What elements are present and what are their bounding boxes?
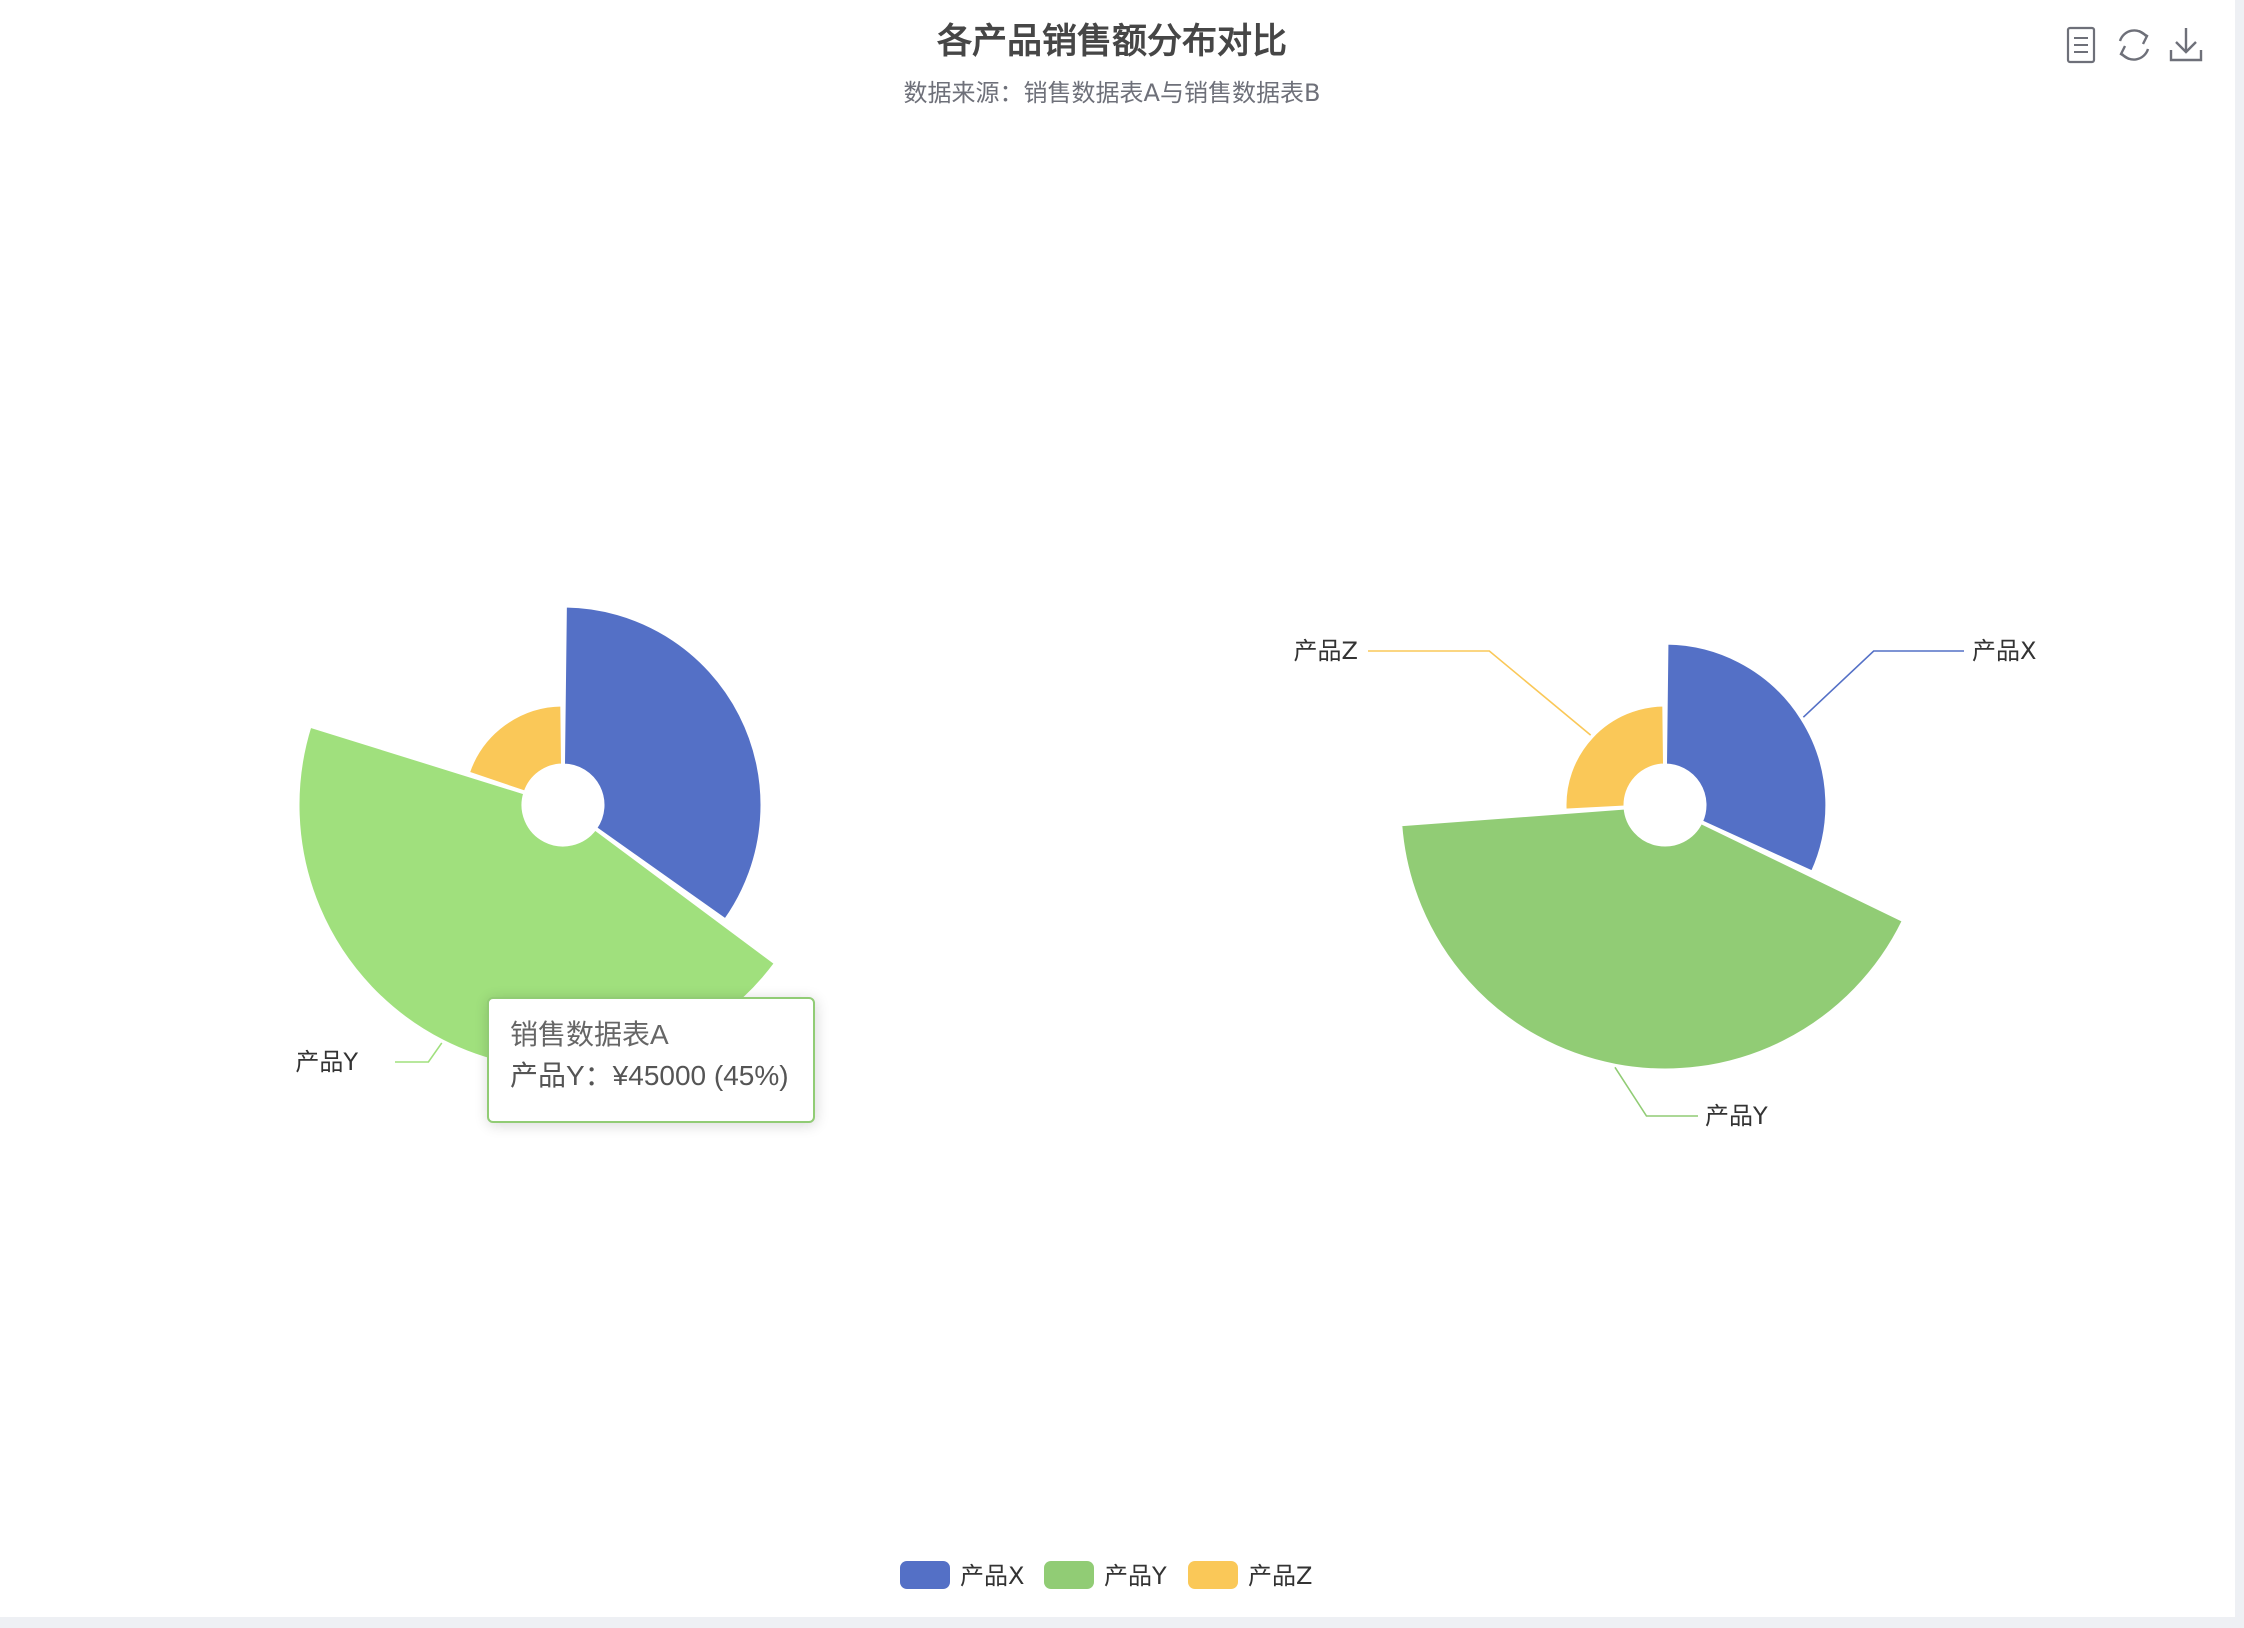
pie-slice-产品Y[interactable] — [1399, 806, 1905, 1072]
tooltip-title: 销售数据表A — [510, 1019, 669, 1050]
slice-label: 产品Y — [295, 1048, 358, 1076]
legend: 产品X 产品Y 产品Z — [900, 1561, 1312, 1590]
chart-subtitle: 数据来源：销售数据表A与销售数据表B — [904, 79, 1321, 107]
legend-swatch — [1188, 1561, 1238, 1589]
slice-label: 产品Z — [1294, 637, 1358, 665]
tooltip: 销售数据表A 产品Y：¥45000 (45%) — [487, 997, 815, 1123]
label-line — [395, 1042, 443, 1063]
label-line — [1368, 650, 1592, 736]
legend-item[interactable]: 产品Y — [1044, 1561, 1167, 1590]
pie-slice-产品Z[interactable] — [466, 703, 565, 794]
legend-item[interactable]: 产品X — [900, 1561, 1024, 1590]
toolbox — [2066, 26, 2203, 64]
legend-label: 产品Y — [1104, 1562, 1167, 1590]
chart-title: 各产品销售额分布对比 — [936, 21, 1287, 62]
legend-item[interactable]: 产品Z — [1188, 1561, 1312, 1590]
pie-chart-canvas: 各产品销售额分布对比 数据来源：销售数据表A与销售数据表B 产品Y 产品X 产品Y产… — [295, 21, 2203, 1590]
document-icon[interactable] — [2066, 26, 2096, 64]
chart-panel: 各产品销售额分布对比 数据来源：销售数据表A与销售数据表B 产品Y 产品X 产品Y — [0, 0, 2235, 1617]
download-icon[interactable] — [2169, 28, 2203, 62]
pie-slice-产品Z[interactable] — [1563, 703, 1667, 812]
slice-label: 产品X — [1972, 637, 2036, 665]
pie-series-b: 产品X 产品Y 产品Z — [1294, 637, 2037, 1130]
legend-swatch — [1044, 1561, 1094, 1589]
tooltip-value: 产品Y：¥45000 (45%) — [510, 1060, 789, 1091]
refresh-icon[interactable] — [2118, 29, 2150, 61]
legend-label: 产品X — [960, 1562, 1024, 1590]
legend-swatch — [900, 1561, 950, 1589]
legend-label: 产品Z — [1248, 1562, 1312, 1590]
slice-label: 产品Y — [1705, 1102, 1768, 1130]
label-line — [1802, 650, 1964, 718]
label-line — [1614, 1066, 1698, 1117]
